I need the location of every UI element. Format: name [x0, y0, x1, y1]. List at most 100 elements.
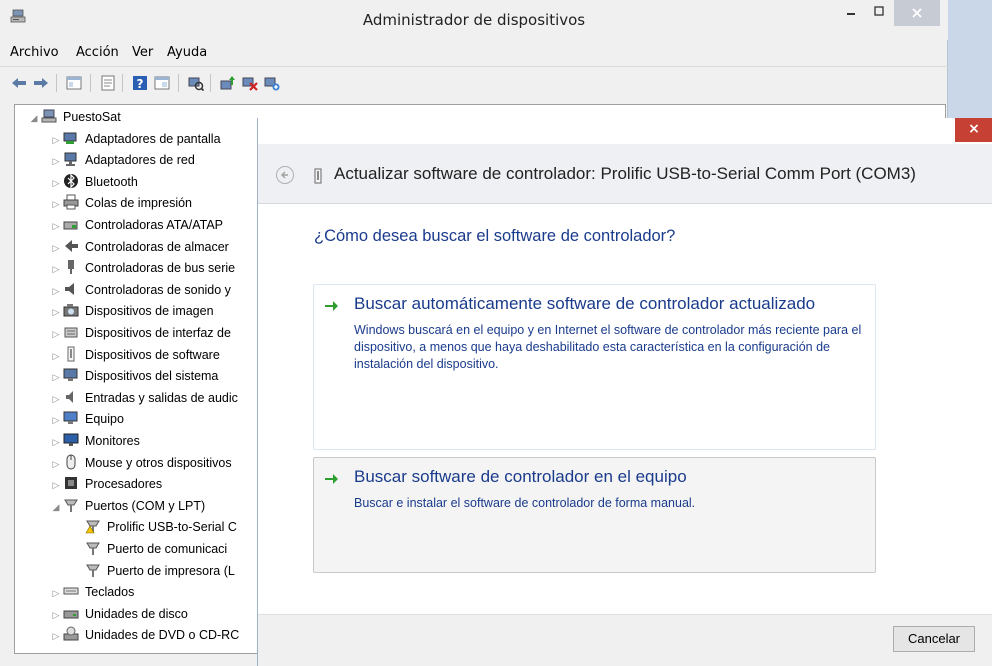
tree-item-category-16[interactable]: ▷ Procesadores: [49, 474, 162, 495]
tree-item-port-0[interactable]: Prolific USB-to-Serial C: [71, 517, 237, 538]
close-icon: [912, 8, 922, 18]
toolbar-separator: [178, 74, 179, 92]
port-warning-icon: [85, 520, 100, 534]
tree-item-category-3[interactable]: ▷ Colas de impresión: [49, 193, 192, 214]
expand-arrow-icon[interactable]: ▷: [49, 346, 63, 367]
search-automatically-option[interactable]: Buscar automáticamente software de contr…: [313, 284, 876, 450]
expand-arrow-icon[interactable]: ▷: [49, 454, 63, 475]
expand-arrow-icon[interactable]: ▷: [49, 410, 63, 431]
expand-arrow-icon[interactable]: ▷: [49, 626, 63, 647]
menu-archivo[interactable]: Archivo: [10, 45, 59, 60]
tree-item-category-0[interactable]: ▷ Adaptadores de pantalla: [49, 129, 221, 150]
tree-item-label: Monitores: [85, 434, 140, 449]
enable-device-icon: [264, 77, 280, 91]
tree-item-label: Controladoras de almacer: [85, 239, 229, 254]
view-button[interactable]: [152, 73, 172, 93]
keyboard-icon: [63, 587, 79, 595]
computer-root-icon: [41, 109, 57, 123]
tree-item-port-1[interactable]: Puerto de comunicaci: [71, 539, 227, 560]
menu-ver[interactable]: Ver: [132, 45, 153, 60]
tree-item-category-7[interactable]: ▷ Controladoras de sonido y: [49, 280, 231, 301]
properties-button[interactable]: [98, 73, 118, 93]
dialog-close-button[interactable]: ×: [955, 118, 992, 142]
expand-arrow-icon[interactable]: ▷: [49, 281, 63, 302]
minimize-button[interactable]: [838, 0, 864, 26]
tree-item-category-1[interactable]: ▷ Adaptadores de red: [49, 150, 195, 171]
tree-item-label: Puertos (COM y LPT): [85, 499, 206, 513]
cancel-button[interactable]: Cancelar: [893, 626, 975, 652]
tree-item-category-8[interactable]: ▷ Dispositivos de imagen: [49, 301, 214, 322]
display-adapter-icon: [63, 132, 77, 144]
tree-item-category-9[interactable]: ▷ Dispositivos de interfaz de: [49, 323, 231, 344]
expand-arrow-icon[interactable]: ▷: [49, 194, 63, 215]
expand-arrow-icon[interactable]: ▷: [49, 389, 63, 410]
sound-icon: [65, 282, 74, 295]
enable-device-button[interactable]: [262, 73, 282, 93]
tree-item-label: Unidades de DVD o CD-RC: [85, 628, 240, 643]
expand-arrow-icon[interactable]: ▷: [49, 432, 63, 453]
tree-item-root[interactable]: ◢ PuestoSat: [27, 107, 121, 128]
menu-ayuda[interactable]: Ayuda: [167, 45, 207, 60]
expand-arrow-icon[interactable]: ▷: [49, 605, 63, 626]
printer-icon: [63, 194, 79, 210]
dialog-footer: [258, 614, 992, 666]
scan-hardware-button[interactable]: [186, 73, 206, 93]
tree-item-category-14[interactable]: ▷ Monitores: [49, 431, 140, 452]
title-bar[interactable]: Administrador de dispositivos: [0, 0, 948, 40]
window-close-button[interactable]: [894, 0, 940, 26]
tree-item-label: Dispositivos del sistema: [85, 369, 219, 384]
window-title: Administrador de dispositivos: [362, 11, 586, 29]
collapse-arrow-icon[interactable]: ◢: [27, 108, 41, 129]
menu-accion[interactable]: Acción: [76, 45, 119, 60]
scan-hardware-icon: [188, 77, 204, 91]
expand-arrow-icon[interactable]: ▷: [49, 173, 63, 194]
expand-arrow-icon[interactable]: ▷: [49, 583, 63, 604]
expand-arrow-icon[interactable]: ▷: [49, 475, 63, 496]
uninstall-device-button[interactable]: [240, 73, 260, 93]
back-toolbar-button[interactable]: [9, 73, 29, 93]
help-button[interactable]: ?: [130, 73, 150, 93]
monitor-icon: [63, 433, 79, 446]
collapse-arrow-icon[interactable]: ◢: [49, 497, 63, 518]
toolbar-separator: [56, 74, 57, 92]
properties-icon: [101, 75, 115, 91]
software-device-icon: [67, 346, 75, 362]
expand-arrow-icon[interactable]: ▷: [49, 151, 63, 172]
tree-item-category-after-2[interactable]: ▷ Unidades de DVD o CD-RC: [49, 625, 239, 646]
dialog-title-bar[interactable]: ×: [258, 118, 992, 144]
expand-arrow-icon[interactable]: ▷: [49, 259, 63, 280]
tree-item-label: Adaptadores de pantalla: [85, 131, 221, 146]
expand-arrow-icon[interactable]: ▷: [49, 302, 63, 323]
tree-item-category-4[interactable]: ▷ Controladoras ATA/ATAP: [49, 215, 224, 237]
tree-item-category-2[interactable]: ▷ Bluetooth: [49, 172, 138, 193]
tree-item-label: Dispositivos de imagen: [85, 304, 214, 319]
tree-item-category-12[interactable]: ▷ Entradas y salidas de audic: [49, 388, 238, 409]
tree-item-category-5[interactable]: ▷ Controladoras de almacer: [49, 237, 229, 258]
browse-computer-option[interactable]: Buscar software de controlador en el equ…: [313, 457, 876, 573]
expand-arrow-icon[interactable]: ▷: [49, 130, 63, 151]
expand-arrow-icon[interactable]: ▷: [49, 367, 63, 388]
maximize-icon: [874, 6, 884, 16]
tree-item-category-10[interactable]: ▷ Dispositivos de software: [49, 345, 220, 366]
port-icon: [86, 564, 100, 577]
expand-arrow-icon[interactable]: ▷: [49, 216, 63, 237]
expand-arrow-icon[interactable]: ▷: [49, 238, 63, 259]
expand-arrow-icon[interactable]: ▷: [49, 324, 63, 345]
tree-item-category-15[interactable]: ▷ Mouse y otros dispositivos: [49, 453, 232, 474]
tree-item-category-11[interactable]: ▷ Dispositivos del sistema: [49, 366, 218, 387]
toolbar-separator: [122, 74, 123, 92]
tree-item-label: Adaptadores de red: [85, 153, 195, 168]
tree-item-category-6[interactable]: ▷ Controladoras de bus serie: [49, 258, 235, 279]
forward-toolbar-button[interactable]: [31, 73, 51, 93]
update-driver-button[interactable]: [218, 73, 238, 93]
maximize-button[interactable]: [866, 0, 892, 26]
tree-item-category-17[interactable]: ◢ Puertos (COM y LPT): [49, 496, 206, 518]
dialog-back-button[interactable]: [276, 166, 294, 184]
tree-item-category-after-1[interactable]: ▷ Unidades de disco: [49, 604, 188, 625]
tree-item-port-2[interactable]: Puerto de impresora (L: [71, 561, 235, 582]
tree-item-label: Dispositivos de interfaz de: [85, 326, 231, 341]
option1-description: Windows buscará en el equipo y en Intern…: [354, 323, 862, 371]
tree-item-category-13[interactable]: ▷ Equipo: [49, 409, 124, 430]
show-hide-tree-button[interactable]: [64, 73, 84, 93]
tree-item-category-after-0[interactable]: ▷ Teclados: [49, 582, 135, 604]
